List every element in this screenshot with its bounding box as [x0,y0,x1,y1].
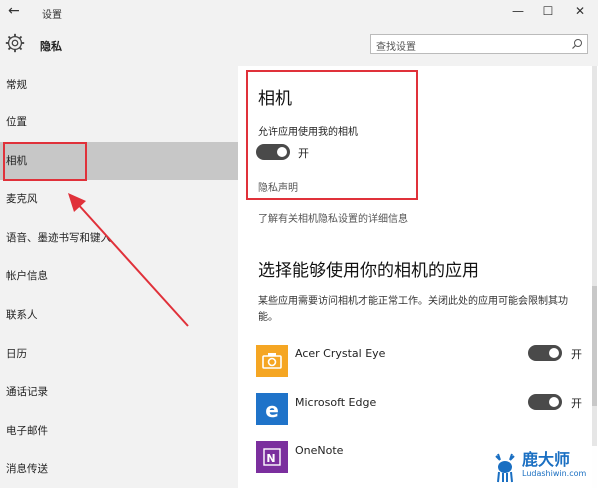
sidebar-item-label: 消息传送 [6,463,48,475]
toggle-knob [549,348,559,358]
search-input[interactable] [371,38,566,57]
sidebar-item-label: 联系人 [6,309,38,321]
svg-text:e: e [265,398,279,422]
minimize-button[interactable]: — [508,4,528,18]
microsoft-edge-icon: e [256,393,288,425]
edge-glyph-icon: e [265,398,279,422]
header: 隐私 [0,26,598,66]
onenote-icon: N [256,441,288,473]
content-scrollbar[interactable] [592,66,597,488]
back-arrow-icon[interactable]: ← [8,3,20,19]
watermark-url: Ludashiwin.com [522,469,587,478]
app-name: OneNote [295,444,344,457]
app-name: Acer Crystal Eye [295,347,386,360]
search-box[interactable] [370,34,588,57]
title-bar: ← 设置 — ☐ ✕ [0,0,598,26]
sidebar-item-label: 位置 [6,116,27,128]
acer-crystal-eye-icon [256,345,288,377]
gear-icon [5,33,25,53]
app-name: Microsoft Edge [295,396,377,409]
sidebar-item-label: 通话记录 [6,386,48,398]
sidebar-item-email[interactable]: 电子邮件 [0,412,238,450]
app-toggle-state: 开 [571,397,582,410]
onenote-glyph-icon: N [263,448,281,466]
app-toggle-microsoft-edge[interactable] [528,394,562,410]
apps-section-title: 选择能够使用你的相机的应用 [258,261,479,281]
sidebar-item-label: 电子邮件 [6,425,48,437]
close-button[interactable]: ✕ [570,4,590,18]
app-toggle-acer-crystal-eye[interactable] [528,345,562,361]
sidebar-item-label: 帐户信息 [6,270,48,282]
sidebar-item-call-history[interactable]: 通话记录 [0,373,238,411]
highlight-box-camera-item [3,142,87,181]
sidebar-item-calendar[interactable]: 日历 [0,335,238,373]
search-icon[interactable] [571,38,583,50]
sidebar-item-general[interactable]: 常规 [0,66,238,104]
scrollbar-thumb[interactable] [592,286,597,406]
annotation-arrow [68,193,189,327]
sidebar-item-label: 麦克风 [6,193,38,205]
toggle-knob [549,397,559,407]
learn-more-link[interactable]: 了解有关相机隐私设置的详细信息 [258,210,408,225]
page-title: 隐私 [40,40,62,53]
camera-glyph-icon [262,353,282,369]
app-toggle-state: 开 [571,348,582,361]
sidebar-item-label: 常规 [6,79,27,91]
highlight-box-camera-section [246,70,418,200]
maximize-button[interactable]: ☐ [538,4,558,18]
watermark-name: 鹿大师 [522,450,571,469]
sidebar-item-label: 日历 [6,348,27,360]
window-title: 设置 [42,10,62,21]
svg-text:N: N [266,452,275,465]
sidebar-item-messaging[interactable]: 消息传送 [0,450,238,488]
apps-description: 某些应用需要访问相机才能正常工作。关闭此处的应用可能会限制其功能。 [258,296,568,323]
sidebar-item-location[interactable]: 位置 [0,103,238,141]
deer-logo-icon [495,453,515,483]
watermark-logo: 鹿大师 Ludashiwin.com [488,446,598,488]
